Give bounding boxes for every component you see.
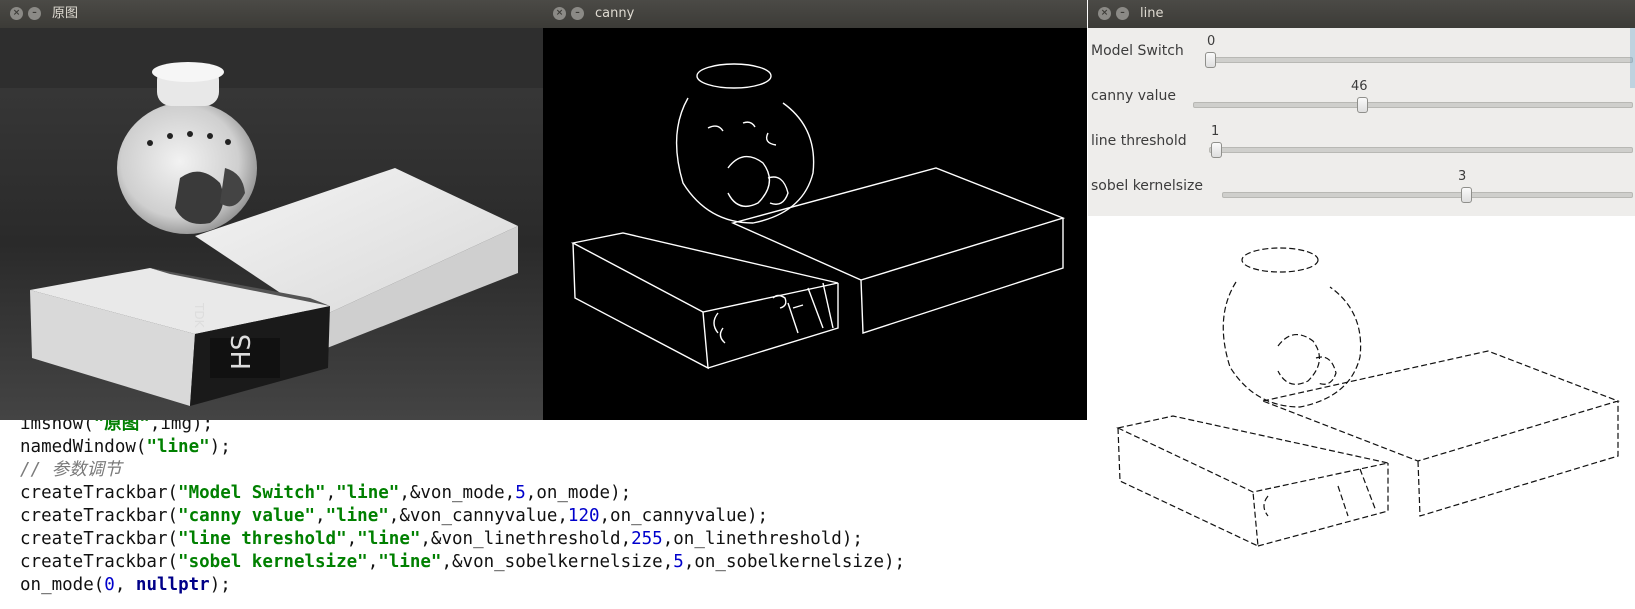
canny-image [543, 28, 1087, 420]
code-token: ,on_cannyvalue); [599, 506, 769, 526]
trackbar-value-model-switch: 0 [1207, 34, 1216, 49]
code-token: ,on_sobelkernelsize); [683, 552, 906, 572]
trackbar-label-model-switch: Model Switch [1091, 43, 1184, 59]
code-token: ,on_mode); [525, 483, 632, 503]
code-token: , [346, 529, 358, 549]
window-title: line [1140, 6, 1164, 21]
window-title: 原图 [52, 6, 79, 21]
box-text: HS [227, 334, 257, 370]
code-token: ,&von_mode, [399, 483, 516, 503]
code-token: 255 [631, 529, 663, 549]
trackbar-handle-sobel-kernelsize[interactable] [1460, 187, 1472, 203]
titlebar: × – canny [543, 0, 1087, 28]
code-token: createTrackbar( [20, 552, 179, 572]
trackbar-panel: Model Switch 0 canny value 46 line thres… [1088, 28, 1635, 216]
minimize-icon[interactable]: – [571, 7, 584, 20]
code-token: createTrackbar( [20, 506, 179, 526]
code-line[interactable]: on_mode(0, nullptr); [20, 573, 231, 597]
trackbar-value-sobel-kernelsize: 3 [1458, 169, 1467, 184]
trackbar-value-line-threshold: 1 [1211, 124, 1220, 139]
trackbar-track-canny-value[interactable] [1193, 102, 1633, 108]
minimize-icon[interactable]: – [1116, 7, 1129, 20]
code-token: "canny value" [178, 506, 316, 526]
code-token: , [315, 506, 326, 526]
code-token: 5 [515, 483, 526, 503]
original-image-window: × – 原图 HS TDK [0, 0, 543, 420]
code-token: ,&von_sobelkernelsize, [441, 552, 674, 572]
close-icon[interactable]: × [1098, 7, 1111, 20]
trackbar-label-line-threshold: line threshold [1091, 133, 1187, 149]
code-token: "Model Switch" [178, 483, 326, 503]
code-token: "line" [336, 483, 400, 503]
code-token: createTrackbar( [20, 529, 179, 549]
box-label: TDK [192, 302, 206, 329]
trackbar-track-sobel-kernelsize[interactable] [1222, 192, 1633, 198]
code-token: "line" [357, 529, 421, 549]
code-token: ); [209, 575, 231, 595]
line-window: × – line Model Switch 0 canny value 46 l… [1088, 0, 1635, 609]
code-token: "line threshold" [178, 529, 347, 549]
close-icon[interactable]: × [10, 7, 23, 20]
minimize-icon[interactable]: – [28, 7, 41, 20]
code-line[interactable]: createTrackbar("Model Switch","line",&vo… [20, 481, 631, 505]
code-token: createTrackbar( [20, 483, 179, 503]
code-token: ,&von_linethreshold, [420, 529, 632, 549]
code-line[interactable]: namedWindow("line"); [20, 435, 231, 459]
code-editor[interactable]: img=imread("test3.jpg");imshow("原图",img)… [0, 392, 1085, 609]
trackbar-label-canny-value: canny value [1091, 88, 1176, 104]
trackbar-handle-canny-value[interactable] [1356, 97, 1368, 113]
code-token: "line" [325, 506, 389, 526]
code-token: nullptr [135, 575, 210, 595]
window-edge [1630, 28, 1635, 88]
trackbar-handle-model-switch[interactable] [1205, 52, 1216, 68]
code-line[interactable]: createTrackbar("canny value","line",&von… [20, 504, 768, 528]
code-line[interactable]: createTrackbar("line threshold","line",&… [20, 527, 863, 551]
trackbar-track-model-switch[interactable] [1205, 57, 1633, 63]
code-token: ,on_linethreshold); [662, 529, 863, 549]
trackbar-track-line-threshold[interactable] [1209, 147, 1633, 153]
code-token: // 参数调节 [20, 460, 122, 480]
code-line[interactable]: createTrackbar("sobel kernelsize","line"… [20, 550, 905, 574]
trackbar-handle-line-threshold[interactable] [1210, 142, 1222, 158]
code-token: , [325, 483, 337, 503]
titlebar: × – 原图 [0, 0, 543, 28]
code-token: ,&von_cannyvalue, [388, 506, 568, 526]
code-token: , [114, 575, 136, 595]
code-token: on_mode( [20, 575, 105, 595]
line-image [1088, 216, 1635, 609]
trackbar-label-sobel-kernelsize: sobel kernelsize [1091, 178, 1203, 194]
code-token: , [367, 552, 379, 572]
trackbar-value-canny-value: 46 [1351, 79, 1368, 94]
code-token: 120 [567, 506, 600, 526]
window-title: canny [595, 6, 635, 21]
code-token: 0 [104, 575, 115, 595]
canny-window: × – canny [543, 0, 1087, 420]
code-line[interactable]: // 参数调节 [20, 458, 122, 482]
code-token: namedWindow( [20, 437, 147, 457]
code-token: ); [209, 437, 231, 457]
code-token: 5 [673, 552, 684, 572]
code-token: "line" [146, 437, 210, 457]
original-photo: HS TDK [0, 28, 543, 420]
close-icon[interactable]: × [553, 7, 566, 20]
titlebar: × – line [1088, 0, 1635, 28]
code-token: "sobel kernelsize" [178, 552, 368, 572]
code-token: "line" [378, 552, 442, 572]
